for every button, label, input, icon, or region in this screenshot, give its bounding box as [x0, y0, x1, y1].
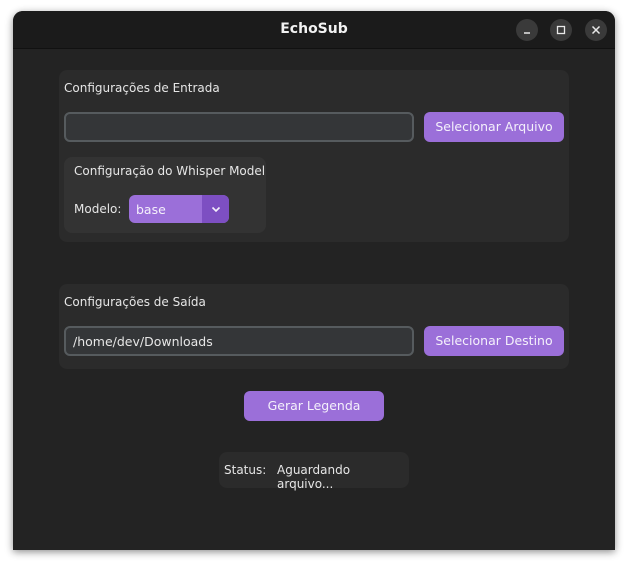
title-bar[interactable]: EchoSub — [13, 11, 615, 49]
close-icon — [591, 25, 601, 35]
output-section-title: Configurações de Saída — [64, 295, 206, 309]
input-settings-panel: Configurações de Entrada Selecionar Arqu… — [59, 70, 569, 242]
input-section-title: Configurações de Entrada — [64, 81, 220, 95]
app-window: EchoSub Configurações de Entrada Selecio… — [13, 11, 615, 550]
model-select[interactable]: base — [129, 195, 229, 223]
status-panel: Status: Aguardando arquivo... — [219, 452, 409, 491]
maximize-icon — [556, 25, 566, 35]
model-label: Modelo: — [74, 202, 122, 216]
output-settings-panel: Configurações de Saída Selecionar Destin… — [59, 284, 569, 369]
chevron-down-icon — [211, 206, 221, 213]
status-value: Aguardando arquivo... — [277, 463, 351, 491]
maximize-button[interactable] — [550, 19, 572, 41]
generate-subtitle-button[interactable]: Gerar Legenda — [244, 391, 384, 421]
minimize-icon — [524, 32, 530, 34]
select-destination-button[interactable]: Selecionar Destino — [424, 326, 564, 356]
minimize-button[interactable] — [516, 19, 538, 41]
output-destination-field[interactable] — [64, 326, 414, 356]
status-label: Status: — [224, 463, 267, 477]
whisper-model-title: Configuração do Whisper Model — [74, 164, 266, 178]
input-file-field[interactable] — [64, 112, 414, 142]
close-button[interactable] — [585, 19, 607, 41]
model-select-value: base — [136, 202, 166, 217]
whisper-model-panel: Configuração do Whisper Model Modelo: ba… — [64, 157, 266, 233]
model-dropdown-button[interactable] — [202, 195, 229, 223]
select-file-button[interactable]: Selecionar Arquivo — [424, 112, 564, 142]
